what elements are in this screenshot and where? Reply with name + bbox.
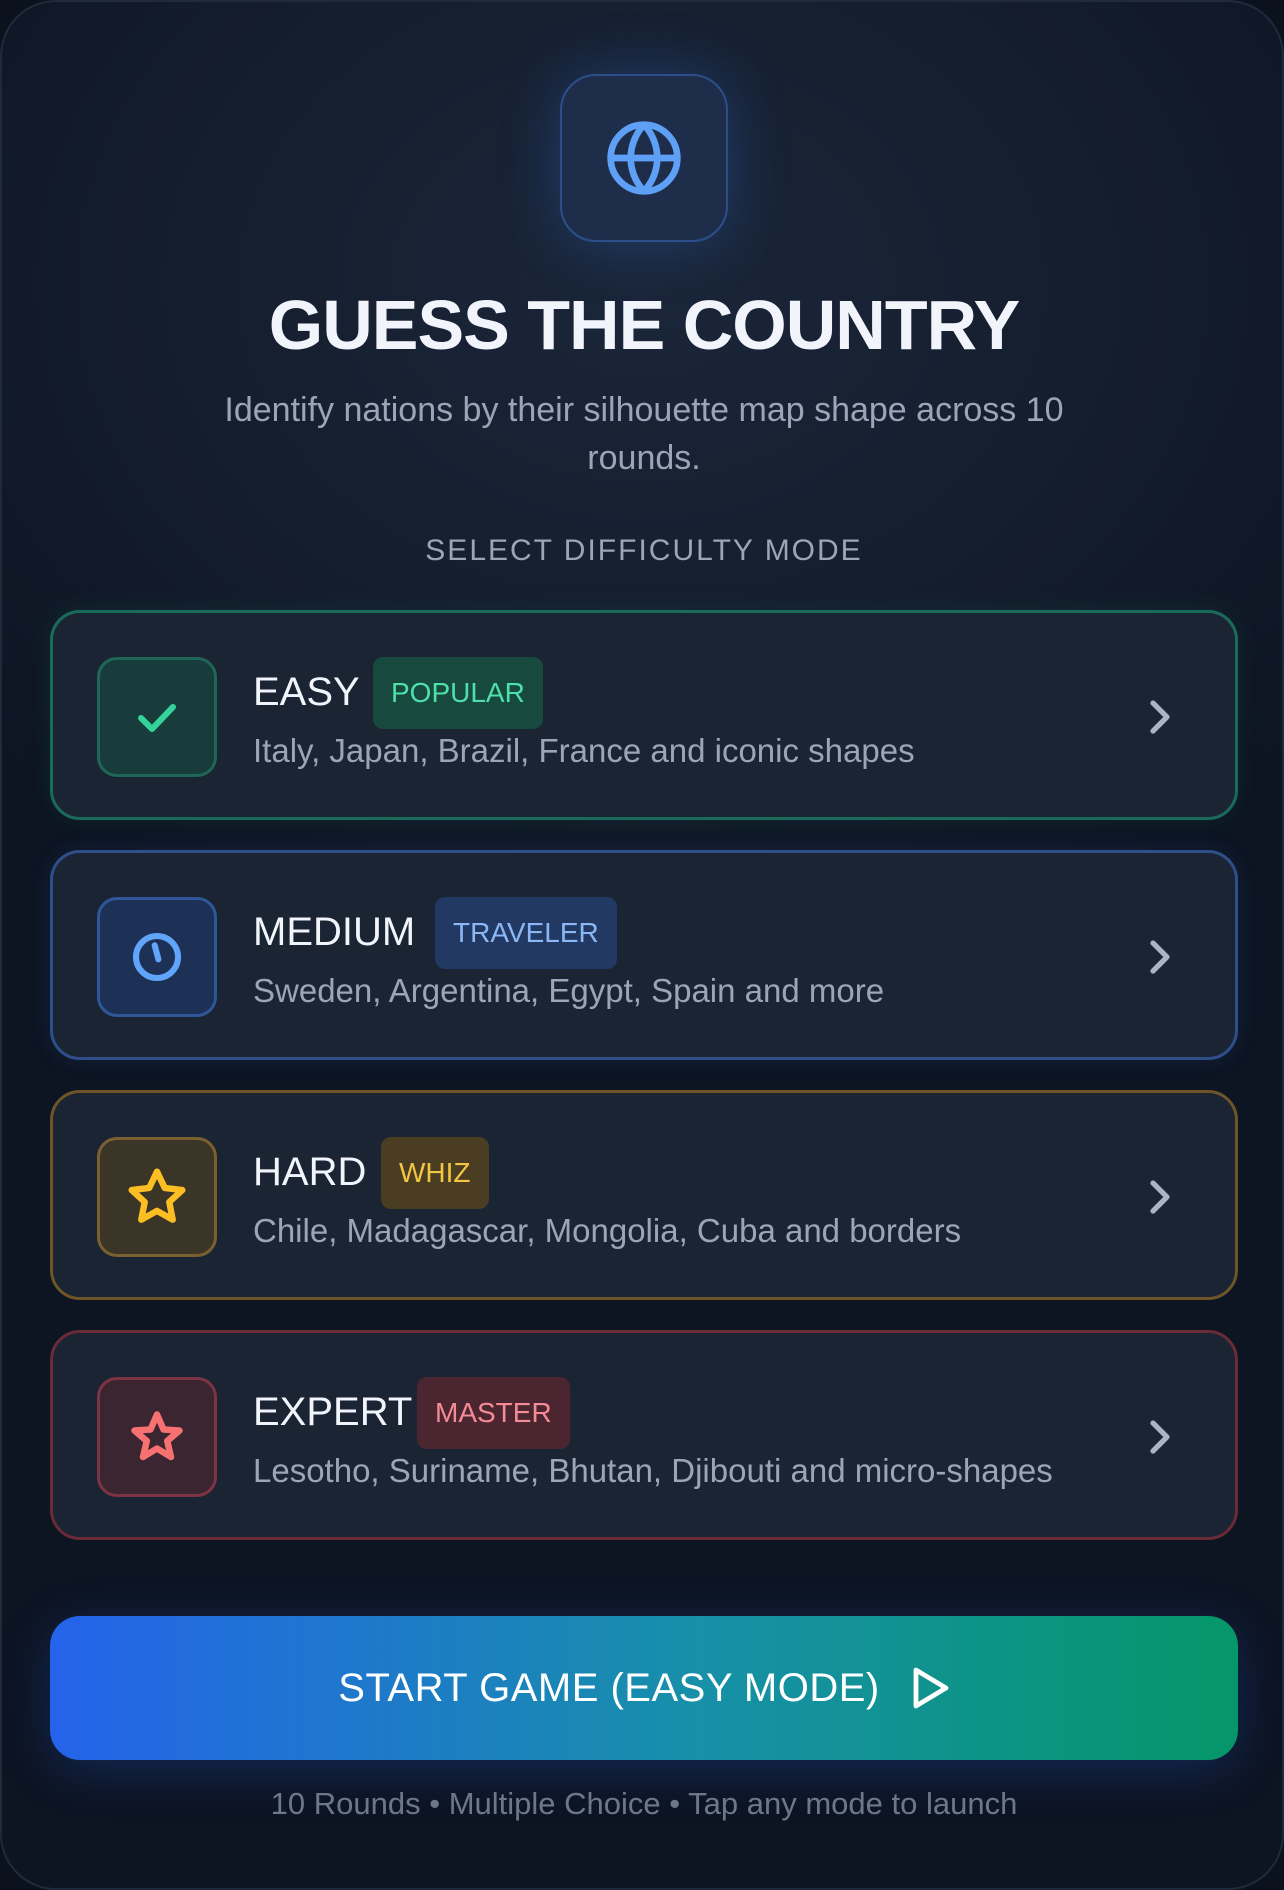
mode-description: Italy, Japan, Brazil, France and iconic …	[253, 732, 915, 769]
star-outline-icon	[131, 1411, 183, 1461]
chevron-right-icon	[1139, 1177, 1179, 1217]
star-icon	[128, 1168, 186, 1223]
check-icon	[138, 704, 176, 732]
mode-name: HARD	[253, 1150, 367, 1194]
mode-description: Lesotho, Suriname, Bhutan, Djibouti and …	[253, 1452, 1053, 1489]
chevron-right-icon	[1139, 937, 1179, 977]
chevron-right-icon	[1139, 697, 1179, 737]
start-game-button[interactable]: START GAME (EASY MODE)	[50, 1616, 1238, 1760]
mode-name: EXPERT	[253, 1390, 413, 1434]
page-subtitle: Identify nations by their silhouette map…	[224, 391, 1064, 477]
globe-icon	[607, 121, 681, 195]
page-title: GUESS THE COUNTRY	[268, 286, 1020, 364]
footer-note: 10 Rounds • Multiple Choice • Tap any mo…	[270, 1786, 1018, 1821]
mode-icon-box-expert	[97, 1377, 217, 1497]
mode-card-easy[interactable]: EASY POPULAR Italy, Japan, Brazil, Franc…	[50, 610, 1238, 820]
mode-card-medium[interactable]: MEDIUM TRAVELER Sweden, Argentina, Egypt…	[50, 850, 1238, 1060]
mode-badge: TRAVELER	[435, 897, 617, 969]
play-icon	[910, 1666, 950, 1710]
start-game-label: START GAME (EASY MODE)	[338, 1665, 880, 1710]
mode-badge: POPULAR	[373, 657, 543, 729]
mode-icon-box-medium	[97, 897, 217, 1017]
compass-icon	[132, 932, 182, 982]
mode-name: MEDIUM	[253, 910, 416, 954]
mode-icon-box-hard	[97, 1137, 217, 1257]
mode-name: EASY	[253, 670, 360, 714]
mode-icon-box-easy	[97, 657, 217, 777]
mode-description: Sweden, Argentina, Egypt, Spain and more	[253, 972, 885, 1009]
mode-badge: MASTER	[417, 1377, 570, 1449]
mode-card-hard[interactable]: HARD WHIZ Chile, Madagascar, Mongolia, C…	[50, 1090, 1238, 1300]
mode-badge: WHIZ	[381, 1137, 489, 1209]
game-start-screen: GUESS THE COUNTRY Identify nations by th…	[0, 0, 1284, 1890]
app-logo	[560, 74, 728, 242]
chevron-right-icon	[1139, 1417, 1179, 1457]
mode-description: Chile, Madagascar, Mongolia, Cuba and bo…	[253, 1212, 962, 1249]
difficulty-section-label: SELECT DIFFICULTY MODE	[425, 534, 863, 567]
mode-card-expert[interactable]: EXPERT MASTER Lesotho, Suriname, Bhutan,…	[50, 1330, 1238, 1540]
